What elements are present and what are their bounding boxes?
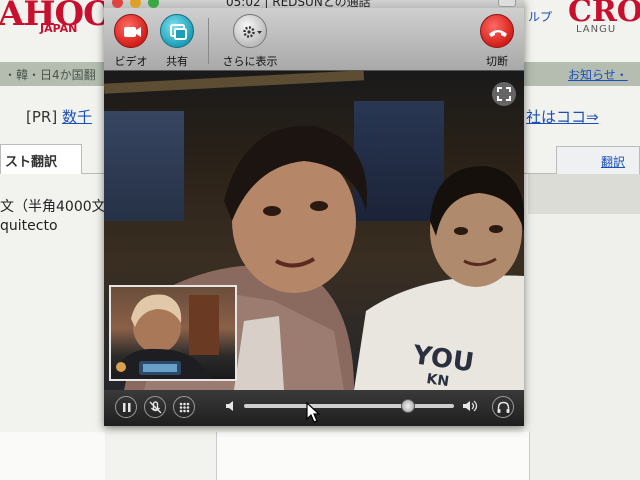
more-label: さらに表示	[222, 55, 278, 68]
notice-link[interactable]: お知らせ・	[568, 66, 628, 83]
phone-hangup-icon	[489, 30, 507, 37]
mouse-cursor-icon	[306, 402, 320, 423]
cross-language-sub: LANGU	[576, 24, 617, 35]
hangup-label: 切断	[486, 55, 508, 68]
volume-low-icon	[226, 401, 233, 411]
mic-mute-icon	[149, 401, 162, 414]
self-view-video[interactable]	[109, 285, 237, 381]
share-screen-icon	[170, 24, 187, 40]
gray-panel	[528, 174, 640, 214]
pr-line: [PR] 数千	[26, 106, 92, 127]
input-limit-text: 文（半角4000文字	[0, 199, 120, 215]
audio-device-button[interactable]	[492, 396, 514, 418]
pr-link[interactable]: 数千	[62, 108, 92, 126]
toolbar: ビデオ 共有 さらに表示 切断	[104, 8, 524, 71]
fullscreen-icon	[497, 87, 511, 101]
more-button[interactable]	[233, 14, 267, 48]
share-label: 共有	[166, 55, 188, 68]
yahoo-logo-sub: JAPAN	[40, 22, 78, 35]
video-chat-window: 05:02 | REDSUNとの通話 ビデオ 共有 さらに表示 切断 YOU K…	[104, 0, 524, 426]
mute-button[interactable]	[144, 396, 166, 418]
help-link[interactable]: ルプ	[528, 8, 552, 25]
self-view-image	[113, 294, 219, 379]
volume-high-icon	[463, 400, 478, 412]
pause-icon	[123, 403, 131, 412]
svg-text:KN: KN	[425, 371, 450, 390]
tab-translation[interactable]: 翻訳	[556, 146, 640, 174]
fullscreen-button[interactable]	[492, 82, 516, 106]
remote-video-feed[interactable]: YOU KN	[104, 71, 524, 390]
bottom-box	[216, 432, 530, 480]
volume-slider[interactable]	[244, 399, 454, 413]
headset-icon	[497, 401, 510, 413]
pause-button[interactable]	[115, 396, 137, 418]
input-text[interactable]: quitecto	[0, 218, 58, 234]
toolbar-separator	[208, 18, 209, 64]
video-camera-icon	[124, 27, 141, 37]
dialpad-icon	[179, 402, 190, 413]
toolbar-toggle-button[interactable]	[498, 0, 516, 7]
pr-prefix: [PR]	[26, 108, 58, 126]
language-bar-text: ・韓・日4か国翻	[4, 68, 96, 82]
hangup-button[interactable]	[480, 14, 514, 48]
pr-right-link[interactable]: 社はココ⇒	[526, 106, 599, 127]
right-panel	[528, 214, 640, 480]
dialpad-button[interactable]	[173, 396, 195, 418]
bottom-left-box	[0, 432, 105, 480]
tab-text-translation[interactable]: スト翻訳	[0, 144, 82, 174]
video-button[interactable]	[114, 14, 148, 48]
volume-slider-knob[interactable]	[400, 399, 415, 413]
share-button[interactable]	[160, 14, 194, 48]
gear-icon	[243, 26, 262, 38]
